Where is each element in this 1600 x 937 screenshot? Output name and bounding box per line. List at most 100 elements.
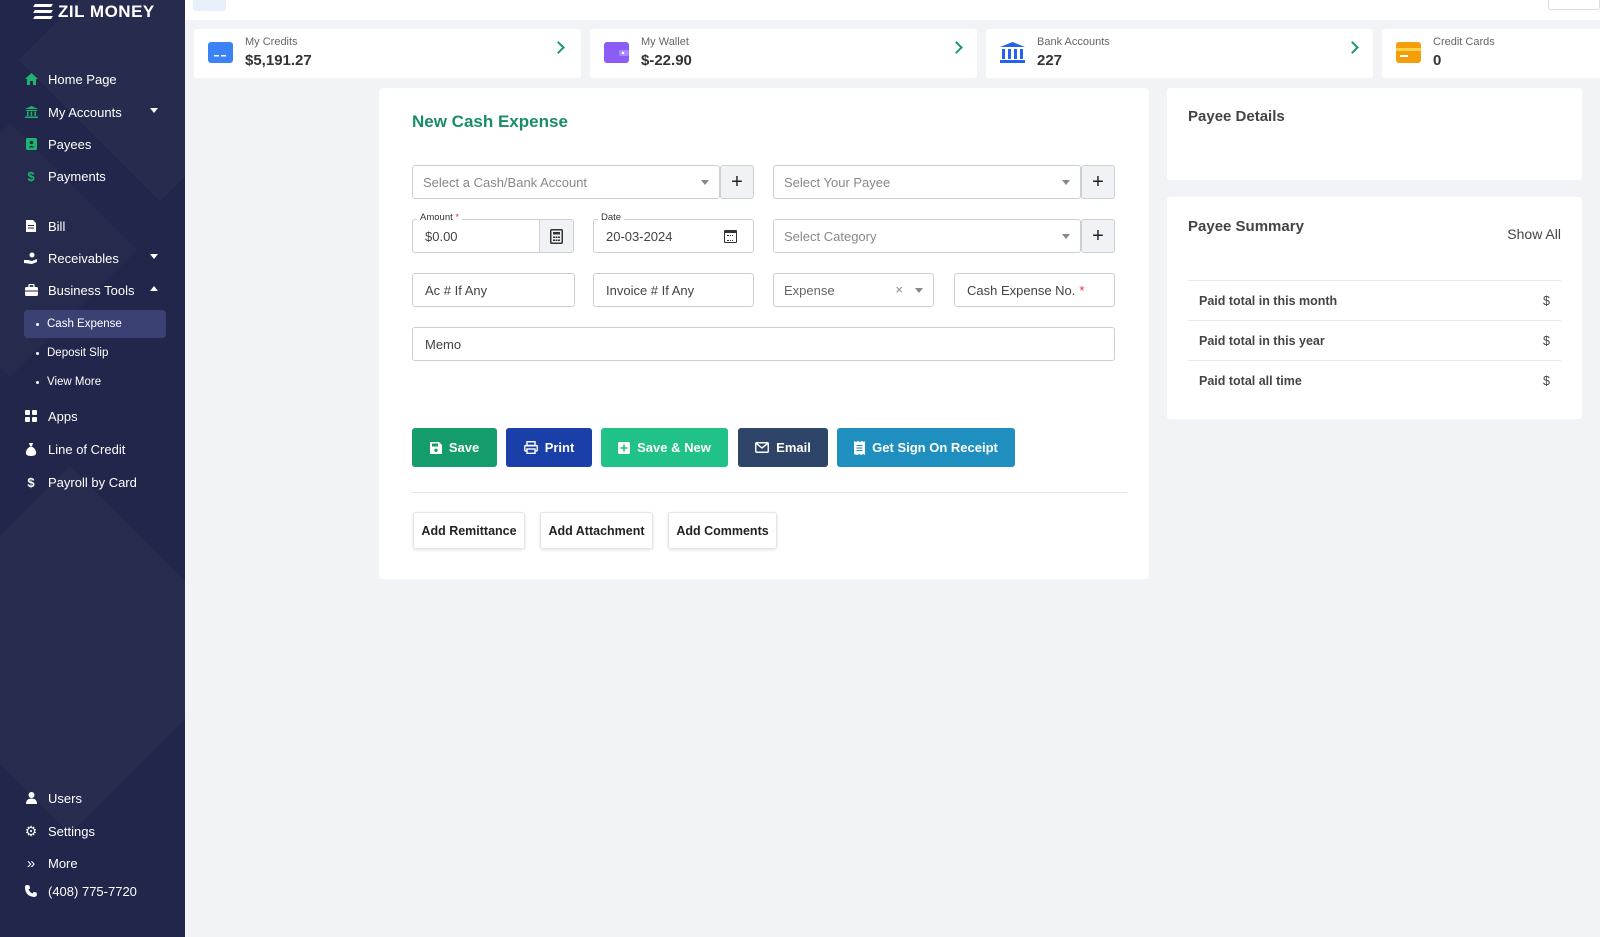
chevron-right-icon [950, 41, 963, 54]
sidebar-item-label: Users [48, 790, 82, 806]
stat-card-my-wallet[interactable]: My Wallet $-22.90 [590, 29, 977, 78]
stat-value: $5,191.27 [245, 52, 312, 69]
date-value: 20-03-2024 [606, 228, 673, 244]
amount-input[interactable]: $0.00 [412, 219, 540, 253]
sidebar-item-home-page[interactable]: Home Page [24, 69, 117, 89]
summary-row-value: $ [1543, 293, 1550, 308]
cash-expense-number-input[interactable]: Cash Expense No. * [954, 273, 1115, 307]
add-category-button[interactable]: + [1081, 219, 1115, 253]
credit-card-icon [1396, 42, 1421, 63]
user-icon [24, 791, 38, 805]
sidebar-item-receivables[interactable]: Receivables [24, 248, 158, 268]
wallet-icon [604, 42, 629, 63]
sidebar-item-label: Line of Credit [48, 441, 126, 457]
add-payee-button[interactable]: + [1081, 165, 1115, 199]
sidebar-subitem-label: View More [47, 376, 102, 388]
stat-card-my-credits[interactable]: My Credits $5,191.27 [194, 29, 581, 78]
add-account-button[interactable]: + [720, 165, 754, 199]
sidebar-subitem-label: Deposit Slip [47, 347, 109, 359]
save-label: Save [448, 440, 480, 455]
cash-expense-form-card: New Cash Expense Select a Cash/Bank Acco… [379, 88, 1149, 579]
payee-select[interactable]: Select Your Payee [773, 165, 1081, 199]
chevron-right-icon [552, 41, 565, 54]
required-marker: * [1079, 282, 1085, 298]
select-placeholder: Select Category [784, 228, 877, 244]
sidebar-item-apps[interactable]: Apps [24, 406, 78, 426]
input-placeholder: Ac # If Any [425, 282, 488, 298]
sidebar-item-label: Bill [48, 218, 66, 234]
invoice-number-input[interactable]: Invoice # If Any [593, 273, 754, 307]
memo-input[interactable]: Memo [412, 327, 1115, 361]
add-remittance-button[interactable]: Add Remittance [413, 512, 525, 549]
envelope-icon [755, 442, 770, 453]
payee-details-title: Payee Details [1188, 108, 1285, 125]
stat-card-bank-accounts[interactable]: Bank Accounts 227 [986, 29, 1373, 78]
clear-icon[interactable]: × [895, 282, 903, 297]
file-icon [24, 219, 38, 233]
cash-bank-account-select[interactable]: Select a Cash/Bank Account [412, 165, 720, 199]
topbar-dropdown[interactable] [1548, 0, 1600, 10]
sidebar-item-bill[interactable]: Bill [24, 216, 65, 236]
sidebar-item-settings[interactable]: ⚙ Settings [24, 821, 95, 841]
page-title: New Cash Expense [412, 112, 568, 131]
sidebar-item-payments[interactable]: $ Payments [24, 166, 105, 186]
stat-value: 0 [1433, 52, 1442, 69]
sidebar-item-business-tools[interactable]: Business Tools [24, 280, 158, 300]
calendar-icon [724, 230, 737, 243]
sidebar-item-payees[interactable]: Payees [24, 134, 91, 154]
sidebar-subitem-view-more[interactable]: View More [24, 368, 166, 396]
sidebar-item-payroll-by-card[interactable]: $ Payroll by Card [24, 472, 137, 492]
brand-logo[interactable]: ZIL MONEY [33, 2, 155, 22]
home-icon [24, 72, 38, 86]
stat-label: My Credits [245, 36, 298, 48]
add-comments-label: Add Comments [676, 523, 769, 538]
calculator-button[interactable] [540, 219, 574, 253]
add-attachment-button[interactable]: Add Attachment [540, 512, 653, 549]
plus-icon: + [1092, 224, 1104, 247]
show-all-link[interactable]: Show All [1507, 226, 1561, 242]
chevron-down-icon [1062, 234, 1070, 239]
sign-receipt-label: Get Sign On Receipt [872, 440, 998, 455]
expense-type-select[interactable]: Expense × [773, 273, 934, 307]
chevron-right-icon [1346, 41, 1359, 54]
add-remittance-label: Add Remittance [421, 523, 517, 538]
print-button[interactable]: Print [506, 428, 592, 467]
sidebar-item-label: Receivables [48, 250, 119, 266]
chevron-down-icon [915, 288, 923, 293]
bank-icon [1000, 42, 1025, 63]
payee-summary-card: Payee Summary Show All Paid total in thi… [1167, 197, 1582, 419]
sidebar-subitem-deposit-slip[interactable]: Deposit Slip [24, 339, 166, 367]
print-label: Print [544, 440, 575, 455]
sidebar-item-label: More [48, 855, 78, 871]
hand-coin-icon [24, 251, 38, 265]
add-comments-button[interactable]: Add Comments [668, 512, 777, 549]
save-new-label: Save & New [637, 440, 711, 455]
sidebar-item-more[interactable]: » More [24, 853, 78, 873]
sidebar-phone[interactable]: (408) 775-7720 [24, 881, 137, 901]
bullet-icon [36, 322, 39, 326]
sidebar-item-users[interactable]: Users [24, 788, 82, 808]
account-number-input[interactable]: Ac # If Any [412, 273, 575, 307]
sidebar-item-label: Payroll by Card [48, 474, 137, 490]
date-label: Date [598, 212, 625, 223]
get-sign-on-receipt-button[interactable]: Get Sign On Receipt [837, 428, 1015, 467]
dollar-icon: $ [27, 474, 35, 490]
sidebar-subitem-cash-expense[interactable]: Cash Expense [24, 310, 166, 338]
back-button[interactable] [193, 0, 226, 11]
stat-card-credit-cards[interactable]: Credit Cards 0 [1382, 29, 1600, 78]
grid-icon [24, 409, 38, 423]
email-label: Email [776, 440, 811, 455]
select-placeholder: Select a Cash/Bank Account [423, 174, 588, 190]
money-bag-icon [24, 442, 38, 456]
sidebar-item-line-of-credit[interactable]: Line of Credit [24, 439, 125, 459]
gear-icon: ⚙ [24, 822, 38, 839]
summary-row-label: Paid total in this month [1199, 293, 1338, 308]
briefcase-icon [24, 283, 38, 297]
plus-square-icon [618, 441, 631, 454]
date-input[interactable]: 20-03-2024 [593, 219, 754, 253]
sidebar-item-my-accounts[interactable]: My Accounts [24, 102, 158, 122]
email-button[interactable]: Email [738, 428, 828, 467]
save-button[interactable]: Save [412, 428, 497, 467]
category-select[interactable]: Select Category [773, 219, 1081, 253]
save-and-new-button[interactable]: Save & New [601, 428, 728, 467]
